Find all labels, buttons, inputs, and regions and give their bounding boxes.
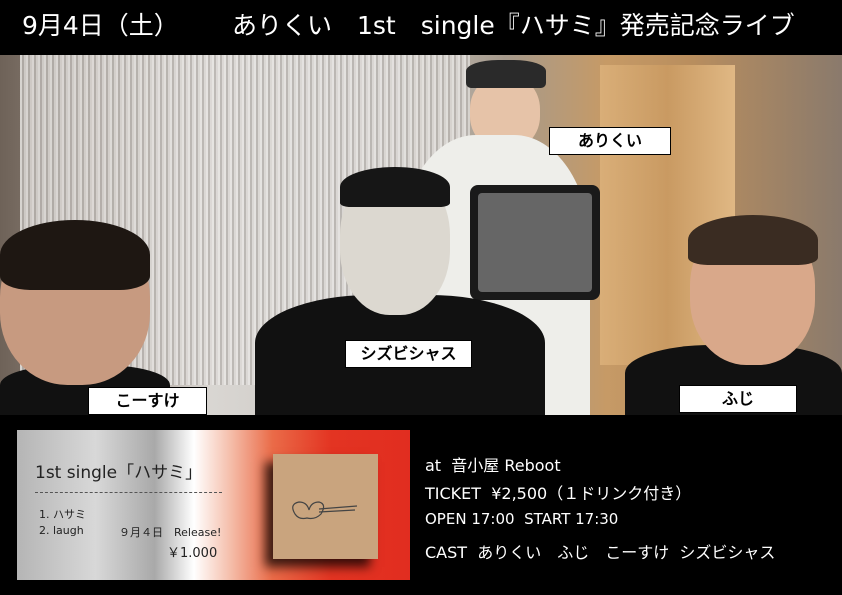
single-cover [273, 454, 378, 559]
band-photo: ありくい シズビシャス こーすけ ふじ [0, 55, 842, 415]
scissors-icon [292, 501, 358, 520]
single-price: ￥1.000 [167, 546, 218, 561]
ticket-price: TICKET ¥2,500（１ドリンク付き） [425, 484, 692, 503]
single-release-panel: 1st single「ハサミ」 1. ハサミ 2. laugh ９月４日 Rel… [17, 430, 410, 580]
flyer-header: 9月4日（土） ありくい 1st single『ハサミ』発売記念ライブ [0, 0, 842, 55]
hair [340, 167, 450, 207]
event-title: ありくい 1st single『ハサミ』発売記念ライブ [232, 11, 795, 40]
event-date: 9月4日（土） [22, 11, 179, 40]
hand-mirror [470, 185, 600, 300]
hair [0, 220, 150, 290]
label-fuji: ふじ [679, 385, 797, 413]
release-date: ９月４日 Release! [119, 526, 222, 539]
label-shizubishasu: シズビシャス [345, 340, 472, 368]
label-kosuke: こーすけ [88, 387, 207, 415]
hair [688, 215, 818, 265]
single-title: 1st single「ハサミ」 [35, 463, 203, 483]
cast-list: CAST ありくい ふじ こーすけ シズビシャス [425, 543, 776, 562]
show-times: OPEN 17:00 START 17:30 [425, 510, 619, 528]
track-2: 2. laugh [39, 524, 84, 537]
label-arikui: ありくい [549, 127, 671, 155]
track-1: 1. ハサミ [39, 508, 86, 521]
dotted-divider [35, 492, 222, 493]
venue: at 音小屋 Reboot [425, 456, 561, 475]
cap [466, 60, 546, 88]
